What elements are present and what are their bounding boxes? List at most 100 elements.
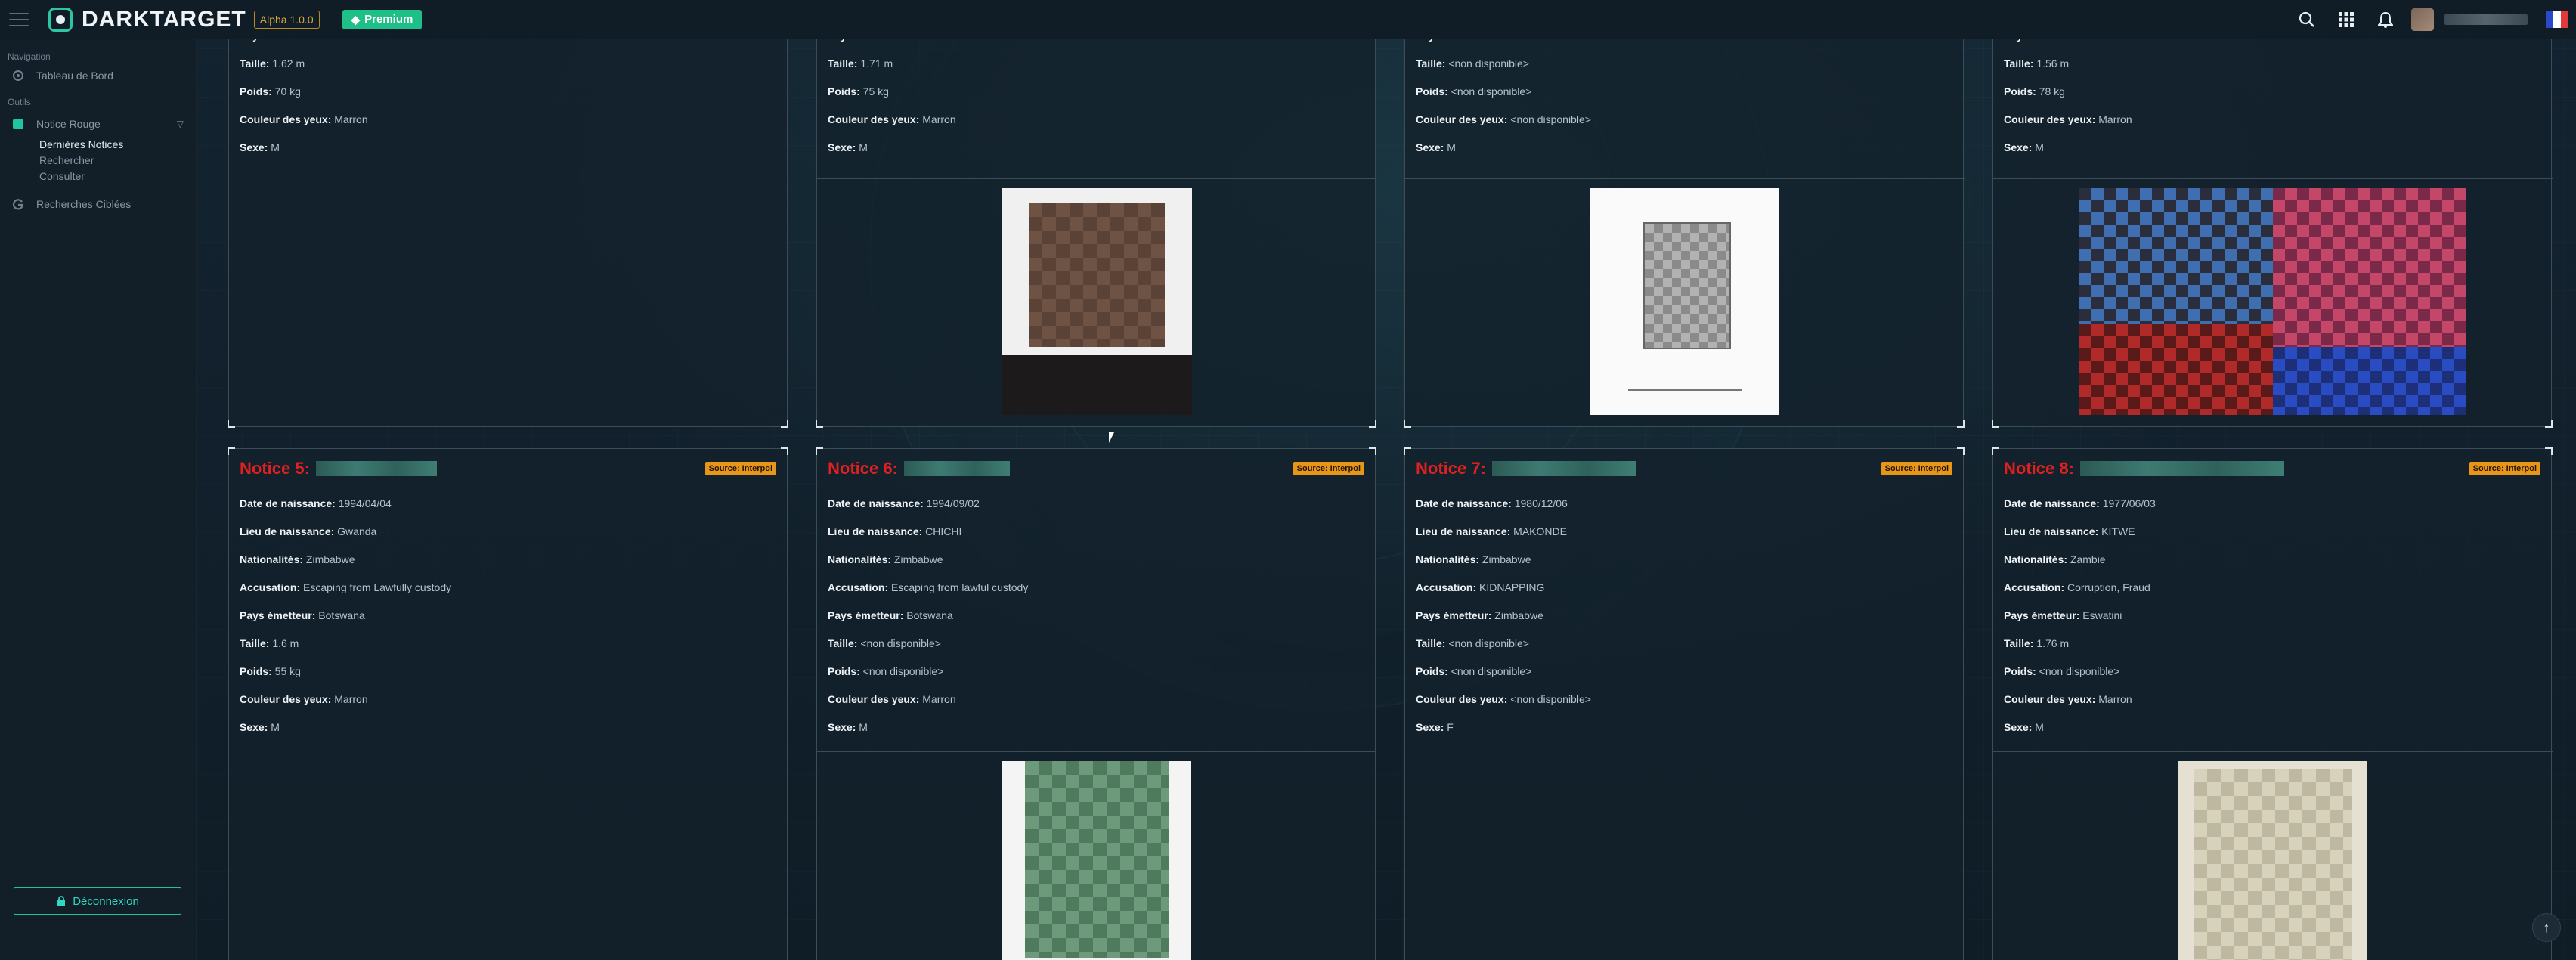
field-weight: Poids: <non disponible> (828, 665, 944, 677)
field-sex: Sexe: M (240, 141, 280, 153)
field-pob: Lieu de naissance: CHICHI (828, 525, 962, 537)
notice-card[interactable]: Pays émetteur: ZA Taille: <non disponibl… (1404, 0, 1965, 428)
notice-card[interactable]: Pays émetteur: Zimbabwe Taille: 1.56 m P… (1992, 0, 2553, 428)
field-dob: Date de naissance: 1994/09/02 (828, 497, 980, 509)
field-weight: Poids: <non disponible> (2004, 665, 2120, 677)
field-charge: Accusation: Corruption, Fraud (2004, 581, 2150, 593)
field-height: Taille: <non disponible> (1416, 637, 1529, 649)
field-height: Taille: 1.56 m (2004, 57, 2070, 70)
premium-badge: ◆ Premium (342, 9, 423, 29)
field-nationality: Nationalités: Zimbabwe (1416, 553, 1531, 565)
notice-card-8[interactable]: Notice 8: Source: Interpol Date de naiss… (1992, 447, 2553, 960)
field-country: Pays émetteur: Zimbabwe (1416, 609, 1543, 621)
sidebar-item-label: Tableau de Bord (36, 70, 113, 82)
suspect-photo-pixelated (1002, 761, 1191, 960)
field-charge: Accusation: Escaping from lawful custody (828, 581, 1029, 593)
notice-grid: Pays émetteur: Zimbabwe Taille: 1.62 m P… (228, 0, 2553, 960)
sidebar-subitem-search[interactable]: Rechercher (0, 153, 196, 169)
field-country: Pays émetteur: Botswana (240, 609, 365, 621)
sidebar: Navigation Tableau de Bord Outils Notice… (0, 39, 197, 960)
field-weight: Poids: <non disponible> (1416, 665, 1532, 677)
diamond-icon: ◆ (351, 13, 361, 26)
premium-label: Premium (364, 13, 413, 26)
field-charge: Accusation: KIDNAPPING (1416, 581, 1545, 593)
avatar[interactable] (2411, 8, 2434, 31)
field-weight: Poids: 55 kg (240, 665, 301, 677)
suspect-photo-pixelated (2178, 761, 2367, 960)
search-icon[interactable] (2287, 0, 2327, 39)
apps-grid-icon[interactable] (2327, 0, 2366, 39)
field-height: Taille: <non disponible> (828, 637, 941, 649)
notice-title[interactable]: Notice 7: (1416, 459, 1486, 478)
dashboard-icon (13, 70, 23, 81)
field-sex: Sexe: F (1416, 721, 1454, 733)
logout-button[interactable]: Déconnexion (14, 887, 181, 915)
bell-icon[interactable] (2366, 0, 2405, 39)
field-sex: Sexe: M (1416, 141, 1456, 153)
notice-card-7[interactable]: Notice 7: Source: Interpol Date de naiss… (1404, 447, 1965, 960)
notice-card-6[interactable]: Notice 6: Source: Interpol Date de naiss… (816, 447, 1376, 960)
field-height: Taille: 1.6 m (240, 637, 299, 649)
card-header: Notice 6: Source: Interpol (817, 449, 1375, 488)
field-weight: Poids: 75 kg (828, 85, 889, 98)
card-header: Notice 7: Source: Interpol (1405, 449, 1963, 488)
field-height: Taille: <non disponible> (1416, 57, 1529, 70)
sidebar-item-red-notice[interactable]: Notice Rouge ▽ (0, 113, 196, 135)
field-pob: Lieu de naissance: KITWE (2004, 525, 2135, 537)
field-sex: Sexe: M (2004, 721, 2044, 733)
field-nationality: Nationalités: Zimbabwe (828, 553, 943, 565)
sidebar-item-dashboard[interactable]: Tableau de Bord (0, 65, 196, 86)
field-weight: Poids: 70 kg (240, 85, 301, 98)
user-name-redacted[interactable] (2444, 14, 2528, 25)
field-eyes: Couleur des yeux: Marron (240, 113, 368, 125)
logo-icon (48, 7, 73, 32)
version-badge: Alpha 1.0.0 (253, 10, 320, 29)
field-dob: Date de naissance: 1977/06/03 (2004, 497, 2156, 509)
field-eyes: Couleur des yeux: <non disponible> (1416, 693, 1591, 705)
french-flag-icon[interactable] (2546, 11, 2568, 28)
suspect-photo-pixelated (2079, 188, 2466, 415)
notice-title[interactable]: Notice 5: (240, 459, 310, 478)
nav-section-label: Navigation (8, 51, 51, 62)
notice-title[interactable]: Notice 8: (2004, 459, 2074, 478)
notice-card[interactable]: Pays émetteur: Zimbabwe Taille: 1.62 m P… (228, 0, 788, 428)
menu-icon[interactable] (9, 12, 29, 26)
top-bar: DARKTARGET Alpha 1.0.0 ◆ Premium (0, 0, 2576, 39)
lock-icon (57, 896, 66, 906)
field-eyes: Couleur des yeux: Marron (240, 693, 368, 705)
suspect-photo-pixelated (1590, 188, 1779, 415)
field-pob: Lieu de naissance: Gwanda (240, 525, 377, 537)
source-badge: Source: Interpol (2469, 462, 2540, 475)
notice-card[interactable]: Pays émetteur: Zimbabwe Taille: 1.71 m P… (816, 0, 1376, 428)
logout-label: Déconnexion (73, 894, 139, 908)
notice-card-5[interactable]: Notice 5: Source: Interpol Date de naiss… (228, 447, 788, 960)
field-eyes: Couleur des yeux: Marron (2004, 113, 2132, 125)
field-eyes: Couleur des yeux: <non disponible> (1416, 113, 1591, 125)
field-sex: Sexe: M (828, 141, 868, 153)
field-height: Taille: 1.76 m (2004, 637, 2070, 649)
field-height: Taille: 1.62 m (240, 57, 305, 70)
google-icon (12, 199, 24, 210)
field-dob: Date de naissance: 1994/04/04 (240, 497, 392, 509)
sidebar-item-label: Notice Rouge (36, 118, 101, 130)
notice-title[interactable]: Notice 6: (828, 459, 898, 478)
brand-name: DARKTARGET (82, 6, 246, 32)
field-sex: Sexe: M (2004, 141, 2044, 153)
sidebar-subitem-latest-notices[interactable]: Dernières Notices (0, 137, 196, 153)
field-pob: Lieu de naissance: MAKONDE (1416, 525, 1567, 537)
field-sex: Sexe: M (828, 721, 868, 733)
chevron-down-icon[interactable]: ▽ (177, 119, 184, 129)
field-eyes: Couleur des yeux: Marron (828, 113, 956, 125)
field-dob: Date de naissance: 1980/12/06 (1416, 497, 1568, 509)
notice-name-redacted (2079, 461, 2284, 476)
sidebar-subitem-consult[interactable]: Consulter (0, 169, 196, 184)
card-header: Notice 8: Source: Interpol (1993, 449, 2551, 488)
source-badge: Source: Interpol (1881, 462, 1952, 475)
field-weight: Poids: 78 kg (2004, 85, 2065, 98)
field-eyes: Couleur des yeux: Marron (2004, 693, 2132, 705)
sidebar-item-targeted-searches[interactable]: Recherches Ciblées (0, 194, 196, 215)
notice-name-redacted (1491, 461, 1636, 476)
field-nationality: Nationalités: Zimbabwe (240, 553, 355, 565)
field-country: Pays émetteur: Botswana (828, 609, 953, 621)
scroll-to-top-button[interactable]: ↑ (2532, 913, 2561, 942)
